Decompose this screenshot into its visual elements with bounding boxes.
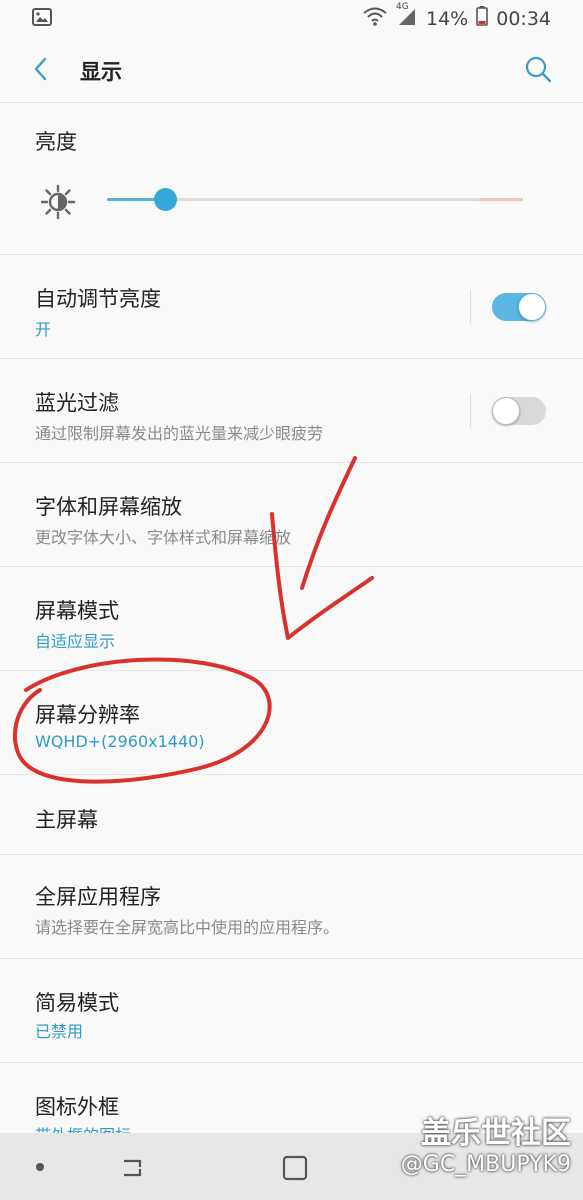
gallery-notification-icon: [32, 8, 52, 31]
setting-title: 主屏幕: [35, 808, 98, 832]
setting-title: 图标外框: [35, 1095, 119, 1119]
toggle-knob: [518, 293, 546, 321]
slider-end-marker: [479, 198, 523, 201]
clock: 00:34: [496, 7, 551, 30]
brightness-slider[interactable]: [107, 188, 523, 211]
setting-full-screen-apps[interactable]: 全屏应用程序 请选择要在全屏宽高比中使用的应用程序。: [0, 854, 583, 959]
back-button[interactable]: [26, 54, 56, 84]
recent-apps-icon: [124, 1159, 142, 1177]
home-button[interactable]: [282, 1155, 308, 1181]
setting-title: 屏幕分辨率: [35, 703, 140, 727]
auto-brightness-toggle[interactable]: [492, 293, 546, 321]
setting-subtitle: 开: [35, 320, 52, 339]
divider: [470, 394, 471, 428]
app-bar: 显示: [0, 36, 583, 103]
home-icon: [282, 1155, 308, 1181]
watermark-handle: @GC_MBUPYK9: [400, 1152, 571, 1177]
setting-subtitle: 更改字体大小、字体样式和屏幕缩放: [35, 528, 292, 547]
page-title: 显示: [80, 60, 122, 84]
setting-title: 屏幕模式: [35, 599, 119, 623]
wifi-icon: [362, 6, 388, 31]
setting-screen-resolution[interactable]: 屏幕分辨率 WQHD+(2960x1440): [0, 670, 583, 775]
battery-icon: [476, 6, 489, 31]
search-button[interactable]: [523, 54, 553, 84]
setting-screen-mode[interactable]: 屏幕模式 自适应显示: [0, 566, 583, 671]
toggle-knob: [492, 397, 520, 425]
setting-title: 简易模式: [35, 991, 119, 1015]
watermark-brand: 盖乐世社区: [421, 1116, 571, 1151]
setting-auto-brightness[interactable]: 自动调节亮度 开: [0, 254, 583, 359]
setting-blue-light-filter[interactable]: 蓝光过滤 通过限制屏幕发出的蓝光量来减少眼疲劳: [0, 358, 583, 463]
setting-title: 蓝光过滤: [35, 391, 119, 415]
setting-home-screen[interactable]: 主屏幕: [0, 774, 583, 855]
setting-font-and-zoom[interactable]: 字体和屏幕缩放 更改字体大小、字体样式和屏幕缩放: [0, 462, 583, 567]
signal-icon: 4G: [396, 2, 418, 31]
slider-thumb[interactable]: [154, 188, 178, 211]
status-bar: 4G 14% 00:34: [0, 0, 583, 36]
setting-subtitle: 自适应显示: [35, 632, 116, 651]
setting-title: 全屏应用程序: [35, 885, 161, 909]
setting-easy-mode[interactable]: 简易模式 已禁用: [0, 958, 583, 1063]
setting-title: 字体和屏幕缩放: [35, 495, 182, 519]
back-arrow-icon: [34, 57, 47, 81]
setting-subtitle: 已禁用: [35, 1022, 84, 1041]
brightness-section: 亮度: [0, 102, 583, 254]
nav-dot-icon[interactable]: [36, 1163, 44, 1171]
setting-subtitle: WQHD+(2960x1440): [35, 732, 205, 751]
battery-level: 14%: [426, 7, 469, 30]
recent-apps-button[interactable]: [118, 1155, 146, 1181]
brightness-label: 亮度: [35, 130, 77, 154]
setting-subtitle: 通过限制屏幕发出的蓝光量来减少眼疲劳: [35, 424, 324, 443]
setting-title: 自动调节亮度: [35, 287, 161, 311]
brightness-sun-icon: [40, 184, 76, 220]
search-icon: [525, 56, 552, 83]
setting-subtitle: 请选择要在全屏宽高比中使用的应用程序。: [35, 918, 340, 937]
divider: [470, 290, 471, 324]
blue-light-filter-toggle[interactable]: [492, 397, 546, 425]
